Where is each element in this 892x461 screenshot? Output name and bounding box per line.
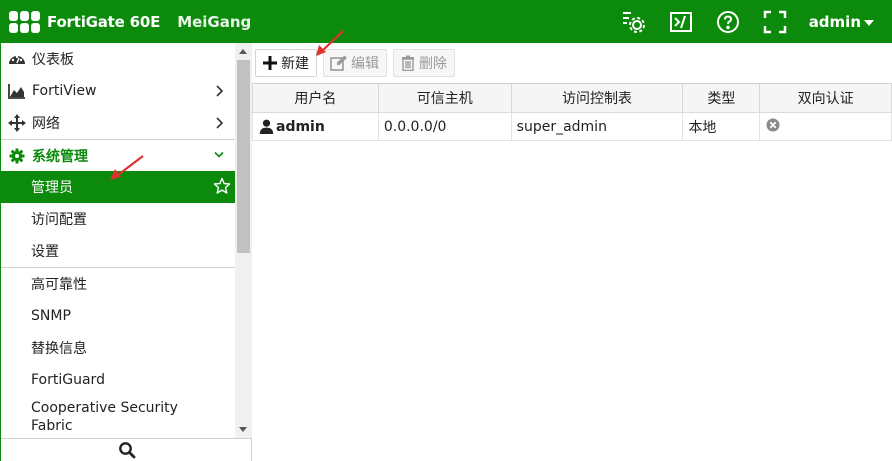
fortinet-logo[interactable] [9, 10, 40, 33]
new-button-label: 新建 [281, 56, 309, 72]
main-content: 新建 编辑 删除 用户名 可信主机 访问控制表 类型 双向认证 admin 0.… [252, 43, 892, 461]
sidebar: 仪表板 FortiView 网络 系统管理 管理员 访问配置 设置 高可靠性 S… [0, 43, 252, 461]
fullscreen-icon[interactable] [762, 9, 788, 35]
column-header-profile[interactable]: 访问控制表 [510, 83, 684, 113]
hostname: MeiGang [177, 12, 252, 31]
sidebar-nav: 仪表板 FortiView 网络 系统管理 管理员 访问配置 设置 高可靠性 S… [1, 43, 235, 438]
sidebar-item-label: FortiView [32, 83, 97, 99]
sidebar-item-admin-profiles[interactable]: 访问配置 [1, 203, 235, 235]
delete-button-label: 删除 [419, 56, 447, 72]
sidebar-item-security-fabric[interactable]: Cooperative Security Fabric [1, 396, 235, 436]
user-icon [259, 119, 274, 134]
admin-table: 用户名 可信主机 访问控制表 类型 双向认证 admin 0.0.0.0/0 s… [252, 83, 892, 141]
column-header-trusted-hosts[interactable]: 可信主机 [377, 83, 512, 113]
star-icon[interactable] [213, 177, 231, 199]
dashboard-icon [8, 50, 26, 68]
sidebar-item-ha[interactable]: 高可靠性 [1, 268, 235, 300]
username-cell[interactable]: admin [252, 112, 379, 141]
edit-button-label: 编辑 [351, 56, 379, 72]
disabled-status-icon [766, 118, 780, 131]
sidebar-item-label: 网络 [32, 116, 60, 132]
sidebar-scrollbar[interactable] [235, 43, 252, 438]
plus-icon [263, 56, 277, 70]
sidebar-item-label: 设置 [31, 244, 59, 260]
chevron-right-icon [215, 116, 225, 134]
chevron-right-icon [215, 84, 225, 102]
column-header-username[interactable]: 用户名 [252, 83, 379, 113]
search-icon [118, 442, 135, 459]
sidebar-item-label: 访问配置 [31, 212, 87, 228]
delete-button[interactable]: 删除 [393, 49, 455, 77]
sidebar-item-label: Cooperative Security Fabric [31, 400, 178, 434]
chart-icon [8, 82, 26, 100]
settings-icon[interactable] [621, 9, 647, 35]
profile-cell: super_admin [510, 112, 684, 141]
sidebar-item-system[interactable]: 系统管理 [1, 139, 235, 171]
two-factor-cell [759, 112, 892, 141]
sidebar-item-label: 替换信息 [31, 341, 87, 357]
chevron-down-icon [213, 149, 225, 165]
sidebar-item-replacement-messages[interactable]: 替换信息 [1, 332, 235, 364]
app-window: FortiGate 60E MeiGang admin 仪表板 FortiVie… [0, 0, 892, 461]
table-header-row: 用户名 可信主机 访问控制表 类型 双向认证 [252, 83, 892, 113]
sidebar-item-fortiview[interactable]: FortiView [1, 75, 235, 107]
edit-button[interactable]: 编辑 [323, 49, 387, 77]
sidebar-item-label: 管理员 [31, 180, 73, 196]
table-row[interactable]: admin 0.0.0.0/0 super_admin 本地 [252, 112, 892, 141]
scroll-down-icon[interactable] [239, 427, 247, 432]
sidebar-item-fortiguard[interactable]: FortiGuard [1, 364, 235, 396]
gear-icon [8, 147, 26, 165]
user-menu[interactable]: admin [809, 13, 874, 31]
username-text: admin [276, 118, 325, 135]
sidebar-item-label: FortiGuard [31, 372, 105, 388]
sidebar-item-settings[interactable]: 设置 [1, 235, 235, 267]
trash-icon [402, 55, 414, 71]
cli-icon[interactable] [668, 9, 694, 35]
scroll-up-icon[interactable] [239, 49, 247, 54]
sidebar-item-network[interactable]: 网络 [1, 107, 235, 139]
edit-icon [330, 55, 347, 71]
sidebar-item-label: SNMP [31, 308, 71, 324]
user-name: admin [808, 12, 861, 31]
network-icon [8, 114, 26, 132]
sidebar-item-administrators[interactable]: 管理员 [1, 171, 235, 203]
sidebar-item-snmp[interactable]: SNMP [1, 300, 235, 332]
trusted-hosts-cell: 0.0.0.0/0 [377, 112, 512, 141]
toolbar: 新建 编辑 删除 [252, 43, 892, 83]
caret-down-icon [864, 19, 874, 26]
help-icon[interactable] [715, 9, 741, 35]
scrollbar-thumb[interactable] [237, 60, 250, 253]
type-cell: 本地 [682, 112, 761, 141]
top-header: FortiGate 60E MeiGang admin [0, 0, 892, 43]
column-header-two-factor[interactable]: 双向认证 [759, 83, 892, 113]
sidebar-item-label: 系统管理 [32, 148, 88, 165]
product-title: FortiGate 60E [47, 12, 161, 31]
sidebar-search[interactable] [1, 438, 252, 461]
sidebar-item-label: 高可靠性 [31, 277, 87, 293]
username-wrapper: admin [257, 119, 378, 135]
new-button[interactable]: 新建 [255, 49, 317, 77]
sidebar-item-dashboard[interactable]: 仪表板 [1, 43, 235, 75]
sidebar-item-label: 仪表板 [32, 52, 74, 68]
column-header-type[interactable]: 类型 [682, 83, 761, 113]
